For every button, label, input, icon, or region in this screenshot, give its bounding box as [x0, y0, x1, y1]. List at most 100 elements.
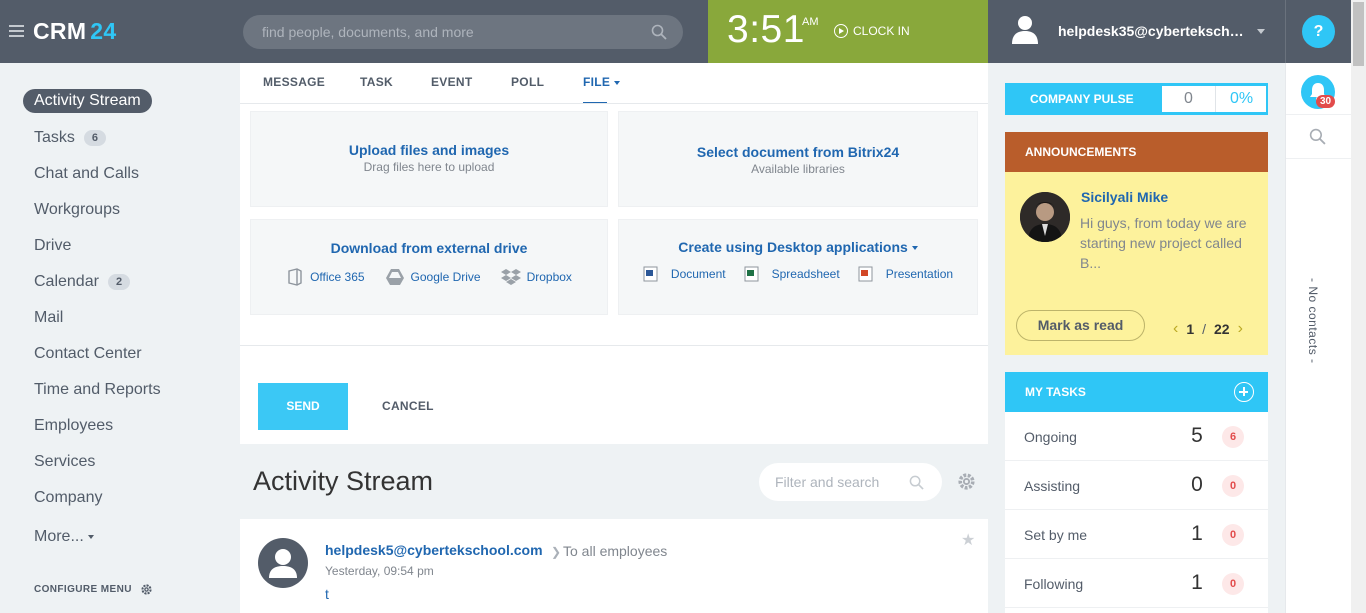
- pulse-percent: 0%: [1229, 90, 1254, 107]
- post-composer: MESSAGE TASK EVENT POLL FILE Upload file…: [240, 63, 988, 444]
- sidebar-item-calendar[interactable]: Calendar 2: [34, 273, 131, 291]
- dropbox-icon: [500, 269, 521, 285]
- notifications-count-badge: 30: [1316, 95, 1336, 108]
- chevron-down-icon: [614, 80, 621, 85]
- no-contacts-label: - No contacts -: [1306, 278, 1320, 364]
- search-input[interactable]: find people, documents, and more: [243, 15, 683, 49]
- sidebar-item-tasks[interactable]: Tasks 6: [34, 129, 107, 147]
- composer-tabs: MESSAGE TASK EVENT POLL FILE: [240, 63, 988, 104]
- tab-file[interactable]: FILE: [583, 75, 621, 103]
- task-badge: 0: [1222, 524, 1244, 546]
- tab-poll[interactable]: POLL: [511, 75, 544, 89]
- my-tasks-widget: MY TASKS Ongoing 5 6 Assisting 0 0 Set by me…: [1005, 372, 1268, 613]
- presentation-icon: [858, 266, 873, 282]
- user-name: helpdesk35@cybertekschool.com: [1058, 23, 1246, 39]
- upload-files-area[interactable]: Upload files and images Drag files here …: [250, 111, 608, 207]
- chevron-down-icon: [87, 535, 94, 539]
- chevron-down-icon: [911, 246, 918, 251]
- tasks-count-badge: 6: [83, 130, 107, 146]
- sidebar-item-more[interactable]: More...: [34, 528, 94, 546]
- tab-message[interactable]: MESSAGE: [263, 75, 325, 89]
- star-icon[interactable]: ★: [961, 530, 975, 550]
- post-author-link[interactable]: helpdesk5@cybertekschool.com: [325, 542, 543, 558]
- task-badge: 0: [1222, 475, 1244, 497]
- page-title: Activity Stream: [253, 466, 434, 496]
- add-task-icon[interactable]: [1234, 382, 1254, 402]
- create-presentation-link[interactable]: Presentation: [858, 266, 953, 282]
- filter-placeholder: Filter and search: [775, 474, 880, 490]
- sidebar-item-contact-center[interactable]: Contact Center: [34, 345, 142, 363]
- create-document-link[interactable]: Document: [643, 266, 726, 282]
- sidebar-item-activity-stream[interactable]: Activity Stream: [23, 89, 152, 113]
- tab-task[interactable]: TASK: [360, 75, 393, 89]
- search-icon[interactable]: [1309, 128, 1326, 145]
- sidebar-item-mail[interactable]: Mail: [34, 309, 63, 327]
- office365-icon: [288, 268, 302, 286]
- search-icon: [651, 24, 667, 40]
- tab-event[interactable]: EVENT: [431, 75, 473, 89]
- chevron-down-icon: [1257, 29, 1265, 34]
- google-drive-link[interactable]: Google Drive: [385, 268, 481, 286]
- help-button[interactable]: ?: [1302, 15, 1335, 48]
- sidebar-item-workgroups[interactable]: Workgroups: [34, 201, 120, 219]
- page-scrollbar[interactable]: [1351, 0, 1366, 613]
- announcement-author[interactable]: Sicilyali Mike: [1081, 189, 1168, 205]
- announcements-widget: ANNOUNCEMENTS Sicilyali Mike Hi guys, fr…: [1005, 132, 1268, 355]
- post-text: t: [325, 586, 329, 602]
- sidebar-item-chat[interactable]: Chat and Calls: [34, 165, 139, 183]
- clock-time: 3:51: [727, 8, 805, 51]
- google-drive-icon: [385, 269, 404, 285]
- send-button[interactable]: SEND: [258, 383, 348, 430]
- announcement-author-avatar[interactable]: [1020, 192, 1070, 242]
- menu-burger-icon[interactable]: [9, 25, 24, 37]
- user-avatar-icon: [1012, 16, 1038, 44]
- office365-link[interactable]: Office 365: [286, 268, 365, 286]
- create-spreadsheet-link[interactable]: Spreadsheet: [744, 266, 840, 282]
- configure-menu-button[interactable]: CONFIGURE MENU: [34, 583, 153, 596]
- select-bitrix-document[interactable]: Select document from Bitrix24 Available …: [618, 111, 978, 207]
- sidebar-item-drive[interactable]: Drive: [34, 237, 71, 255]
- task-badge: 0: [1222, 573, 1244, 595]
- task-row-set-by-me[interactable]: Set by me 1 0: [1005, 510, 1268, 559]
- cancel-button[interactable]: CANCEL: [382, 399, 434, 413]
- notifications-button[interactable]: 30: [1301, 75, 1336, 109]
- feed-post: helpdesk5@cybertekschool.com ❯ To all em…: [240, 519, 988, 613]
- post-date[interactable]: Yesterday, 09:54 pm: [325, 564, 434, 578]
- right-rail: 30 - No contacts -: [1285, 63, 1352, 613]
- logo[interactable]: CRM 24: [33, 18, 116, 45]
- chevron-left-icon[interactable]: ‹: [1173, 320, 1178, 338]
- task-row-assisting[interactable]: Assisting 0 0: [1005, 461, 1268, 510]
- my-tasks-title: MY TASKS: [1005, 372, 1268, 412]
- sidebar-item-employees[interactable]: Employees: [34, 417, 113, 435]
- chevron-right-icon: ❯: [551, 545, 562, 559]
- external-drive-area: Download from external drive Office 365 …: [250, 219, 608, 315]
- play-icon: [834, 24, 848, 38]
- post-recipients[interactable]: To all employees: [563, 543, 667, 559]
- clock-in-button[interactable]: CLOCK IN: [834, 23, 910, 39]
- clock-ampm: AM: [802, 16, 819, 28]
- user-avatar-icon: [269, 549, 297, 578]
- announcement-pager: ‹ 1/22 ›: [1173, 320, 1243, 338]
- dropbox-link[interactable]: Dropbox: [500, 268, 572, 286]
- filter-search-input[interactable]: Filter and search: [759, 463, 942, 501]
- user-menu[interactable]: helpdesk35@cybertekschool.com: [988, 0, 1285, 63]
- sidebar-item-company[interactable]: Company: [34, 489, 102, 507]
- settings-gear-icon[interactable]: [957, 472, 976, 491]
- task-row-following[interactable]: Following 1 0: [1005, 559, 1268, 608]
- company-pulse[interactable]: COMPANY PULSE 0 0%: [1005, 83, 1268, 115]
- author-avatar[interactable]: [258, 538, 308, 588]
- left-menu: Activity Stream Tasks 6 Chat and Calls Wo…: [0, 63, 240, 613]
- mark-as-read-button[interactable]: Mark as read: [1016, 310, 1145, 341]
- scrollbar-thumb[interactable]: [1353, 2, 1364, 66]
- spreadsheet-icon: [744, 266, 759, 282]
- top-header: CRM 24 find people, documents, and more 3…: [0, 0, 1366, 63]
- sidebar-item-time-reports[interactable]: Time and Reports: [34, 381, 161, 399]
- sidebar-item-services[interactable]: Services: [34, 453, 95, 471]
- announcement-message[interactable]: Hi guys, from today we are starting new …: [1080, 213, 1260, 273]
- search-icon: [909, 475, 924, 490]
- announcements-title: ANNOUNCEMENTS: [1005, 132, 1268, 172]
- create-desktop-dropdown[interactable]: Create using Desktop applications: [619, 239, 977, 255]
- chevron-right-icon[interactable]: ›: [1238, 320, 1243, 338]
- task-badge: 6: [1222, 426, 1244, 448]
- task-row-ongoing[interactable]: Ongoing 5 6: [1005, 412, 1268, 461]
